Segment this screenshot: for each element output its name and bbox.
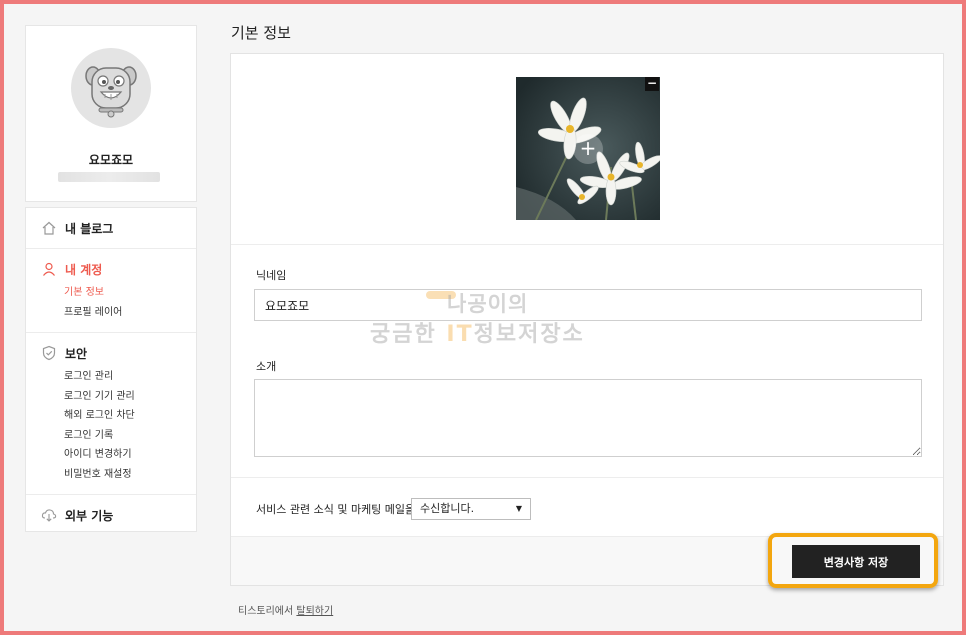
section-divider <box>231 477 943 478</box>
menu-item-my-account[interactable]: 내 계정 <box>41 259 196 279</box>
submenu-login-history[interactable]: 로그인 기록 <box>64 426 196 446</box>
submenu-reset-password[interactable]: 비밀번호 재설정 <box>64 465 196 485</box>
submenu-basic-info[interactable]: 기본 정보 <box>64 283 196 303</box>
submenu-overseas-block[interactable]: 해외 로그인 차단 <box>64 406 196 426</box>
withdraw-prefix: 티스토리에서 <box>238 606 297 617</box>
watermark-text: 정보저장소 <box>473 322 585 347</box>
menu-item-my-blog[interactable]: 내 블로그 <box>41 218 196 238</box>
submenu-change-id[interactable]: 아이디 변경하기 <box>64 445 196 465</box>
submenu-login-devices[interactable]: 로그인 기기 관리 <box>64 387 196 407</box>
dropdown-caret-icon: ▼ <box>515 504 522 513</box>
menu-item-security[interactable]: 보안 <box>41 343 196 363</box>
nickname-label: 닉네임 <box>256 269 287 282</box>
section-divider <box>231 244 943 245</box>
watermark-text: 궁금한 <box>370 322 447 347</box>
withdraw-link[interactable]: 탈퇴하기 <box>296 606 333 617</box>
page-title: 기본 정보 <box>231 24 291 42</box>
menu-item-label: 내 계정 <box>65 262 103 277</box>
menu-section-security: 보안 로그인 관리 로그인 기기 관리 해외 로그인 차단 로그인 기록 아이디… <box>26 333 196 495</box>
security-submenu: 로그인 관리 로그인 기기 관리 해외 로그인 차단 로그인 기록 아이디 변경… <box>41 367 196 484</box>
account-submenu: 기본 정보 프로필 레이어 <box>41 283 196 322</box>
cloud-download-icon <box>41 509 57 522</box>
shield-icon <box>42 345 56 361</box>
user-icon <box>43 262 55 276</box>
marketing-consent-select[interactable]: 수신합니다. ▼ <box>411 498 531 520</box>
watermark-it: IT <box>446 322 474 347</box>
menu-section-external: 외부 기능 <box>26 495 196 535</box>
select-value: 수신합니다. <box>420 502 475 515</box>
intro-textarea[interactable] <box>254 379 922 457</box>
basic-info-panel: + − 닉네임 소개 서비스 관련 소식 및 마케팅 메일을 수신합니다. ▼ <box>230 53 944 586</box>
profile-card: 요모죠모 <box>25 25 197 202</box>
submenu-profile-layer[interactable]: 프로필 레이어 <box>64 303 196 323</box>
add-photo-icon[interactable]: + <box>573 134 603 164</box>
watermark-line2: 궁금한 IT정보저장소 <box>370 316 585 348</box>
intro-label: 소개 <box>256 360 277 373</box>
menu-item-label: 외부 기능 <box>65 508 114 523</box>
marketing-consent-label: 서비스 관련 소식 및 마케팅 메일을 <box>256 503 416 516</box>
menu-section-blog: 내 블로그 <box>26 208 196 249</box>
withdraw-notice: 티스토리에서 탈퇴하기 <box>238 602 333 617</box>
profile-nickname: 요모죠모 <box>88 153 134 167</box>
submenu-login-manage[interactable]: 로그인 관리 <box>64 367 196 387</box>
avatar[interactable] <box>71 48 151 128</box>
sidebar-menu: 내 블로그 내 계정 기본 정보 프로필 레이어 보안 로그인 관리 로그인 기… <box>25 207 197 532</box>
home-icon <box>42 221 56 235</box>
blurred-account-id <box>58 172 160 182</box>
save-changes-button[interactable]: 변경사항 저장 <box>792 545 920 578</box>
menu-item-label: 보안 <box>65 346 88 361</box>
menu-item-external-features[interactable]: 외부 기능 <box>41 505 196 525</box>
nickname-input[interactable] <box>254 289 922 321</box>
dog-avatar-icon <box>85 66 137 118</box>
menu-item-label: 내 블로그 <box>65 221 114 236</box>
remove-photo-button[interactable]: − <box>645 77 659 91</box>
profile-photo[interactable]: + − <box>516 77 660 220</box>
menu-section-account: 내 계정 기본 정보 프로필 레이어 <box>26 249 196 333</box>
watermark-line1: 나공이의 <box>447 292 529 316</box>
